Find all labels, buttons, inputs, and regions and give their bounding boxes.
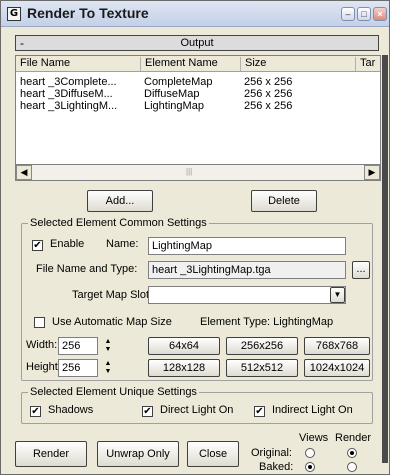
row-size: 256 x 256 <box>244 76 293 88</box>
unique-settings-group: Selected Element Unique Settings ✔ Shado… <box>21 386 373 424</box>
shadows-checkbox[interactable]: ✔ <box>30 406 41 417</box>
height-spinner-icon[interactable]: ▲ ▼ <box>102 360 114 376</box>
width-spinner-icon[interactable]: ▲ ▼ <box>102 338 114 354</box>
size-768-button[interactable]: 768x768 <box>304 337 370 355</box>
indirect-light-label: Indirect Light On <box>272 404 353 416</box>
list-row[interactable]: heart _3LightingM... LightingMap 256 x 2… <box>16 100 380 112</box>
maximize-button[interactable]: □ <box>357 7 371 21</box>
scroll-left-icon[interactable]: ◀ <box>16 165 32 180</box>
title-bar[interactable]: G Render To Texture – □ × <box>1 1 389 27</box>
render-header: Render <box>335 432 372 444</box>
file-name-field[interactable]: heart _3LightingMap.tga <box>148 261 346 279</box>
horizontal-scrollbar[interactable]: ◀ ||| ▶ <box>15 164 381 181</box>
baked-render-radio[interactable] <box>347 462 357 472</box>
close-window-button[interactable]: × <box>373 7 387 21</box>
original-views-radio[interactable] <box>305 448 315 458</box>
render-button[interactable]: Render <box>15 441 87 467</box>
minimize-button[interactable]: – <box>341 7 355 21</box>
row-element-name: LightingMap <box>144 100 204 112</box>
common-settings-group: Selected Element Common Settings ✔ Enabl… <box>21 217 373 381</box>
common-settings-title: Selected Element Common Settings <box>28 217 209 229</box>
name-field[interactable]: LightingMap <box>148 237 346 255</box>
target-map-slot-label: Target Map Slot: <box>72 289 153 301</box>
add-button[interactable]: Add... <box>87 190 153 212</box>
chevron-down-icon[interactable]: ▼ <box>330 287 345 303</box>
element-type-label: Element Type: LightingMap <box>200 316 334 328</box>
width-label: Width: <box>26 339 58 351</box>
baked-label: Baked: <box>259 461 294 473</box>
width-field[interactable]: 256 <box>58 337 98 355</box>
auto-map-size-checkbox[interactable] <box>34 317 45 328</box>
window-title: Render To Texture <box>27 5 149 21</box>
app-icon: G <box>7 7 21 21</box>
column-header-element-name[interactable]: Element Name <box>141 57 241 71</box>
list-header: File Name Element Name Size Tar <box>16 56 380 72</box>
target-map-slot-dropdown[interactable] <box>148 286 346 304</box>
size-128-button[interactable]: 128x128 <box>148 359 220 377</box>
original-label: Original: <box>251 447 292 459</box>
list-row[interactable]: heart _3Complete... CompleteMap 256 x 25… <box>16 76 380 88</box>
unwrap-only-button[interactable]: Unwrap Only <box>97 441 179 467</box>
list-row[interactable]: heart _3DiffuseM... DiffuseMap 256 x 256 <box>16 88 380 100</box>
delete-button[interactable]: Delete <box>251 190 317 212</box>
row-file-name: heart _3Complete... <box>20 76 117 88</box>
height-label: Height: <box>26 361 61 373</box>
browse-button[interactable]: ... <box>352 261 370 279</box>
shadows-label: Shadows <box>48 404 94 416</box>
panel-scrollbar[interactable] <box>382 55 388 463</box>
scroll-thumb[interactable]: ||| <box>186 167 192 176</box>
column-header-size[interactable]: Size <box>241 57 356 71</box>
auto-map-size-label: Use Automatic Map Size <box>52 316 172 328</box>
close-button[interactable]: Close <box>187 441 239 467</box>
height-field[interactable]: 256 <box>58 359 98 377</box>
scroll-right-icon[interactable]: ▶ <box>364 165 380 180</box>
row-element-name: DiffuseMap <box>144 88 200 100</box>
direct-light-checkbox[interactable]: ✔ <box>142 406 153 417</box>
column-header-file-name[interactable]: File Name <box>16 57 141 71</box>
unique-settings-title: Selected Element Unique Settings <box>28 386 199 398</box>
size-512-button[interactable]: 512x512 <box>226 359 298 377</box>
size-1024-button[interactable]: 1024x1024 <box>304 359 370 377</box>
file-name-type-label: File Name and Type: <box>36 263 138 275</box>
row-element-name: CompleteMap <box>144 76 213 88</box>
row-file-name: heart _3LightingM... <box>20 100 118 112</box>
name-label: Name: <box>106 238 139 250</box>
output-list[interactable]: File Name Element Name Size Tar heart _3… <box>15 55 381 181</box>
enable-label: Enable <box>50 238 85 250</box>
size-256-button[interactable]: 256x256 <box>226 337 298 355</box>
size-64-button[interactable]: 64x64 <box>148 337 220 355</box>
enable-checkbox[interactable]: ✔ <box>32 240 43 251</box>
row-size: 256 x 256 <box>244 100 293 112</box>
original-render-radio[interactable] <box>347 448 357 458</box>
row-size: 256 x 256 <box>244 88 293 100</box>
row-file-name: heart _3DiffuseM... <box>20 88 113 100</box>
direct-light-label: Direct Light On <box>160 404 234 416</box>
column-header-target[interactable]: Tar <box>356 57 382 71</box>
views-header: Views <box>299 432 329 444</box>
output-rollout-header[interactable]: - Output <box>15 35 379 51</box>
baked-views-radio[interactable] <box>305 462 315 472</box>
render-to-texture-window: G Render To Texture – □ × - Output File … <box>0 0 390 475</box>
indirect-light-checkbox[interactable]: ✔ <box>254 406 265 417</box>
output-section-label: Output <box>180 37 214 49</box>
